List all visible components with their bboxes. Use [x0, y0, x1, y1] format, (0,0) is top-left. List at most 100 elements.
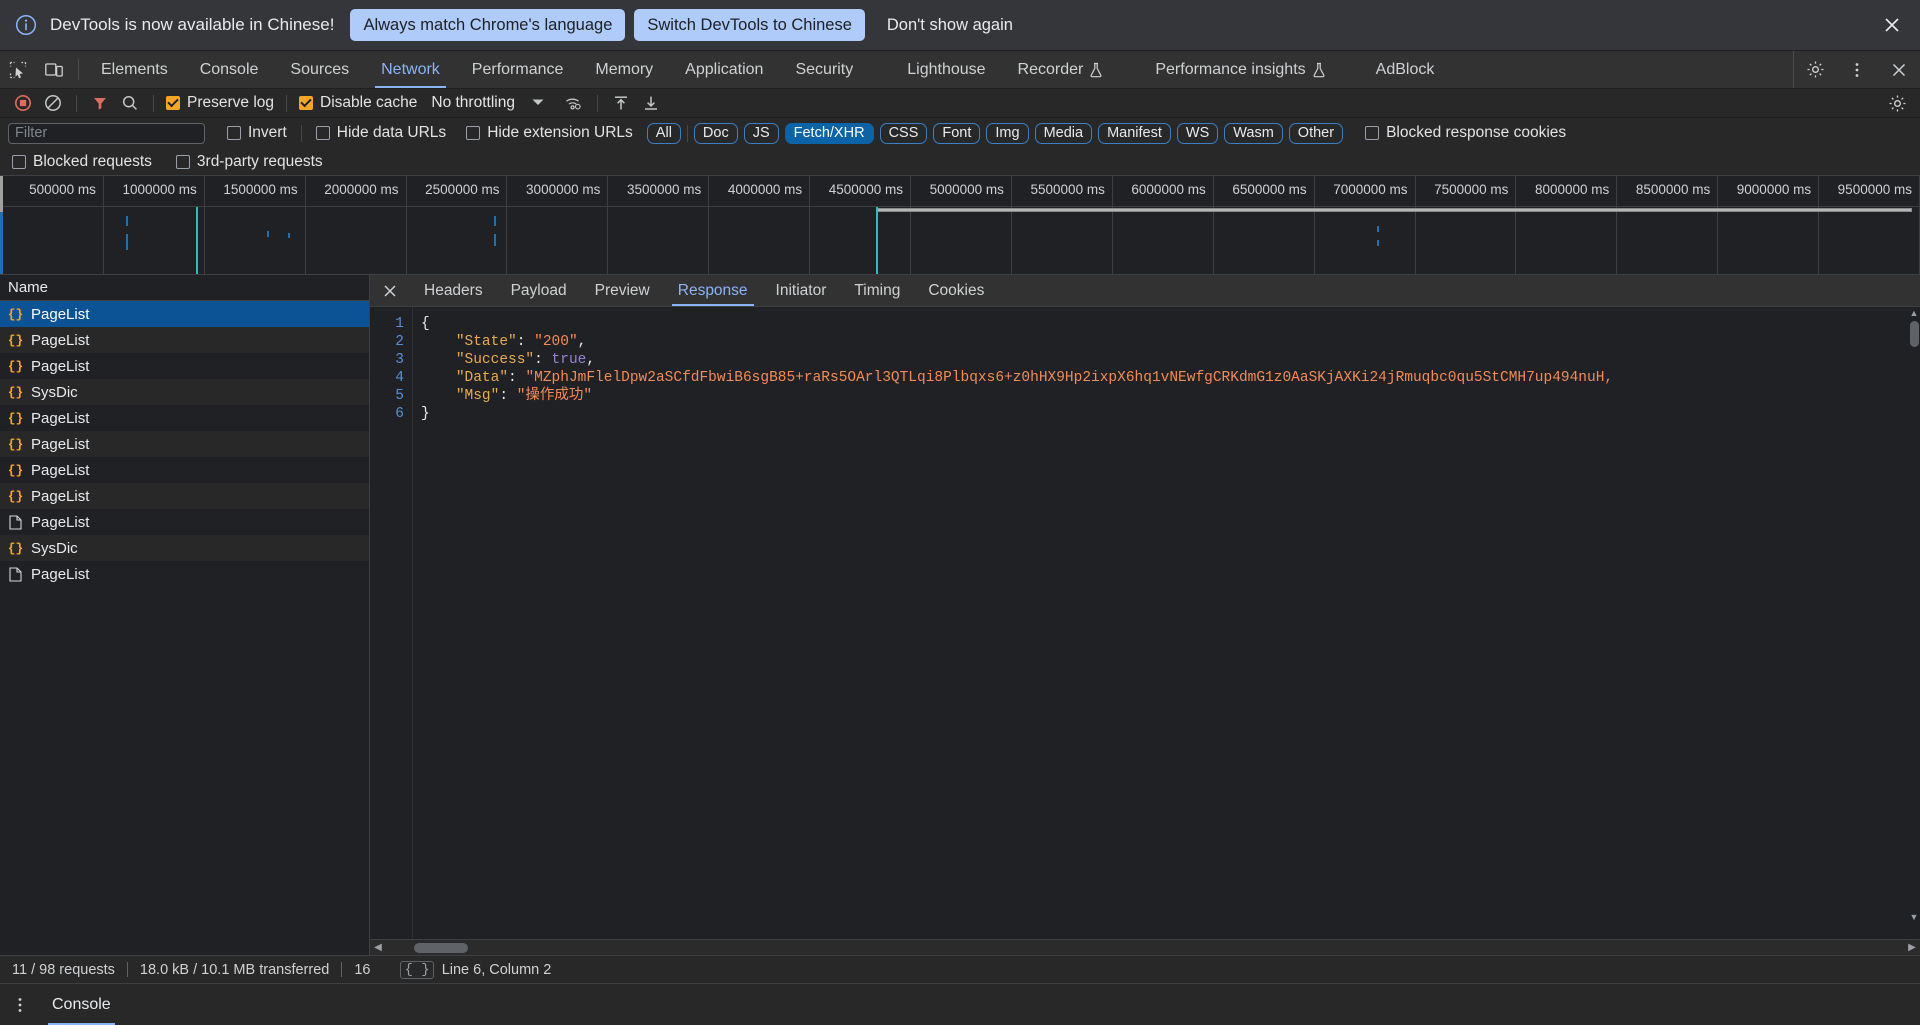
request-row[interactable]: {} SysDic [0, 379, 369, 405]
timeline-tick-cell: 1500000 ms [205, 176, 306, 274]
request-row[interactable]: {} PageList [0, 405, 369, 431]
network-overview-timeline[interactable]: 500000 ms 1000000 ms 1500000 ms 2000000 ms 2… [0, 176, 1920, 275]
drawer-tab-console[interactable]: Console [40, 984, 123, 1025]
more-vertical-icon[interactable] [0, 996, 40, 1014]
timeline-tick-cell: 4500000 ms [810, 176, 912, 274]
chip-wasm[interactable]: Wasm [1224, 122, 1283, 144]
detail-tab-timing[interactable]: Timing [840, 275, 914, 306]
tab-performance-insights[interactable]: Performance insights [1139, 51, 1341, 88]
tab-application[interactable]: Application [669, 51, 779, 88]
record-stop-icon[interactable] [8, 90, 38, 116]
request-name: PageList [31, 487, 90, 505]
dont-show-again-button[interactable]: Don't show again [874, 9, 1026, 41]
line-number-gutter: 1 2 3 4 5 6 [370, 307, 412, 939]
detail-tab-payload[interactable]: Payload [497, 275, 581, 306]
clear-no-entry-icon[interactable] [38, 90, 68, 116]
vertical-scrollbar[interactable]: ▲ ▼ [1908, 307, 1920, 923]
network-body: Name {} PageList {} PageList {} PageList {} Sys… [0, 275, 1920, 955]
request-name: SysDic [31, 539, 78, 557]
tab-security[interactable]: Security [779, 51, 869, 88]
chip-other[interactable]: Other [1288, 122, 1344, 144]
request-row[interactable]: {} PageList [0, 301, 369, 327]
tab-memory[interactable]: Memory [579, 51, 669, 88]
request-row[interactable]: {} PageList [0, 483, 369, 509]
chip-img[interactable]: Img [986, 122, 1029, 144]
chip-js[interactable]: JS [743, 122, 779, 144]
more-vertical-icon[interactable] [1836, 61, 1878, 79]
chip-ws[interactable]: WS [1176, 122, 1219, 144]
preserve-log-checkbox[interactable]: Preserve log [162, 94, 278, 112]
filter-input[interactable] [8, 122, 205, 144]
tab-performance[interactable]: Performance [456, 51, 580, 88]
switch-devtools-to-chinese-button[interactable]: Switch DevTools to Chinese [634, 9, 865, 41]
network-settings-gear-icon[interactable] [1882, 90, 1912, 116]
request-row[interactable]: {} PageList [0, 327, 369, 353]
infobar-close-icon[interactable] [1878, 11, 1906, 39]
tab-console[interactable]: Console [184, 51, 275, 88]
blocked-requests-checkbox[interactable]: Blocked requests [8, 153, 156, 171]
detail-tab-headers[interactable]: Headers [410, 275, 497, 306]
timeline-selection-band[interactable] [876, 208, 1912, 212]
chip-doc[interactable]: Doc [693, 122, 738, 144]
detail-tab-preview[interactable]: Preview [581, 275, 664, 306]
horizontal-scroll-track[interactable] [386, 940, 1904, 956]
disable-cache-checkbox[interactable]: Disable cache [295, 94, 421, 112]
json-icon: {} [7, 540, 24, 556]
throttling-select[interactable]: No throttling [431, 94, 515, 112]
network-conditions-icon[interactable] [559, 90, 589, 116]
search-icon[interactable] [115, 90, 145, 116]
hide-extension-urls-checkbox[interactable]: Hide extension URLs [462, 124, 637, 142]
request-row[interactable]: {} SysDic [0, 535, 369, 561]
scroll-down-arrow[interactable]: ▼ [1909, 912, 1919, 922]
import-har-icon[interactable] [606, 90, 636, 116]
chevron-down-icon[interactable] [531, 94, 545, 112]
chip-fetch-xhr[interactable]: Fetch/XHR [784, 122, 874, 144]
tab-sources[interactable]: Sources [274, 51, 365, 88]
horizontal-scrollbar[interactable]: ◀ ▶ [370, 939, 1920, 955]
devtools-close-icon[interactable] [1878, 61, 1920, 79]
timeline-request-bar [494, 234, 496, 246]
request-row[interactable]: {} PageList [0, 457, 369, 483]
panel-tabs: Elements Console Sources Network Perform… [85, 51, 1793, 88]
scroll-left-arrow[interactable]: ◀ [370, 942, 386, 953]
request-row[interactable]: {} PageList [0, 431, 369, 457]
devtools-window: DevTools is now available in Chinese! Al… [0, 0, 1920, 1025]
chip-all[interactable]: All [646, 122, 681, 144]
tab-recorder[interactable]: Recorder [1002, 51, 1120, 88]
chip-media[interactable]: Media [1034, 122, 1093, 144]
inspect-element-icon[interactable] [0, 51, 36, 88]
detail-tab-label: Initiator [775, 281, 827, 299]
invert-checkbox[interactable]: Invert [223, 124, 291, 142]
detail-tab-response[interactable]: Response [664, 275, 762, 306]
filter-funnel-icon[interactable] [85, 90, 115, 116]
network-blocked-row: Blocked requests 3rd-party requests [0, 148, 1920, 176]
third-party-requests-checkbox[interactable]: 3rd-party requests [172, 153, 327, 171]
request-row[interactable]: {} PageList [0, 353, 369, 379]
request-list-header[interactable]: Name [0, 275, 369, 301]
chip-manifest[interactable]: Manifest [1098, 122, 1171, 144]
response-json-code[interactable]: { "State": "200", "Success": true, "Data… [412, 307, 1920, 939]
chip-css[interactable]: CSS [879, 122, 928, 144]
horizontal-scroll-thumb[interactable] [414, 942, 468, 953]
blocked-response-cookies-checkbox[interactable]: Blocked response cookies [1361, 124, 1570, 142]
tab-adblock[interactable]: AdBlock [1360, 51, 1451, 88]
response-body-viewer[interactable]: 1 2 3 4 5 6 { "State": "200", "Success": true… [370, 307, 1920, 939]
vertical-scroll-thumb[interactable] [1910, 321, 1919, 347]
request-row[interactable]: PageList [0, 509, 369, 535]
scroll-right-arrow[interactable]: ▶ [1904, 942, 1920, 953]
export-har-icon[interactable] [636, 90, 666, 116]
detail-close-icon[interactable] [370, 275, 410, 306]
chip-font[interactable]: Font [933, 122, 981, 144]
tab-network[interactable]: Network [365, 51, 456, 88]
detail-tab-initiator[interactable]: Initiator [762, 275, 841, 306]
device-toolbar-icon[interactable] [36, 51, 72, 88]
detail-tab-cookies[interactable]: Cookies [914, 275, 998, 306]
tab-elements[interactable]: Elements [85, 51, 184, 88]
scroll-up-arrow[interactable]: ▲ [1909, 308, 1919, 318]
tab-lighthouse[interactable]: Lighthouse [891, 51, 1001, 88]
json-format-icon[interactable]: { } [400, 960, 434, 979]
request-row[interactable]: PageList [0, 561, 369, 587]
hide-data-urls-checkbox[interactable]: Hide data URLs [312, 124, 450, 142]
always-match-language-button[interactable]: Always match Chrome's language [350, 9, 626, 41]
gear-icon[interactable] [1794, 60, 1836, 79]
